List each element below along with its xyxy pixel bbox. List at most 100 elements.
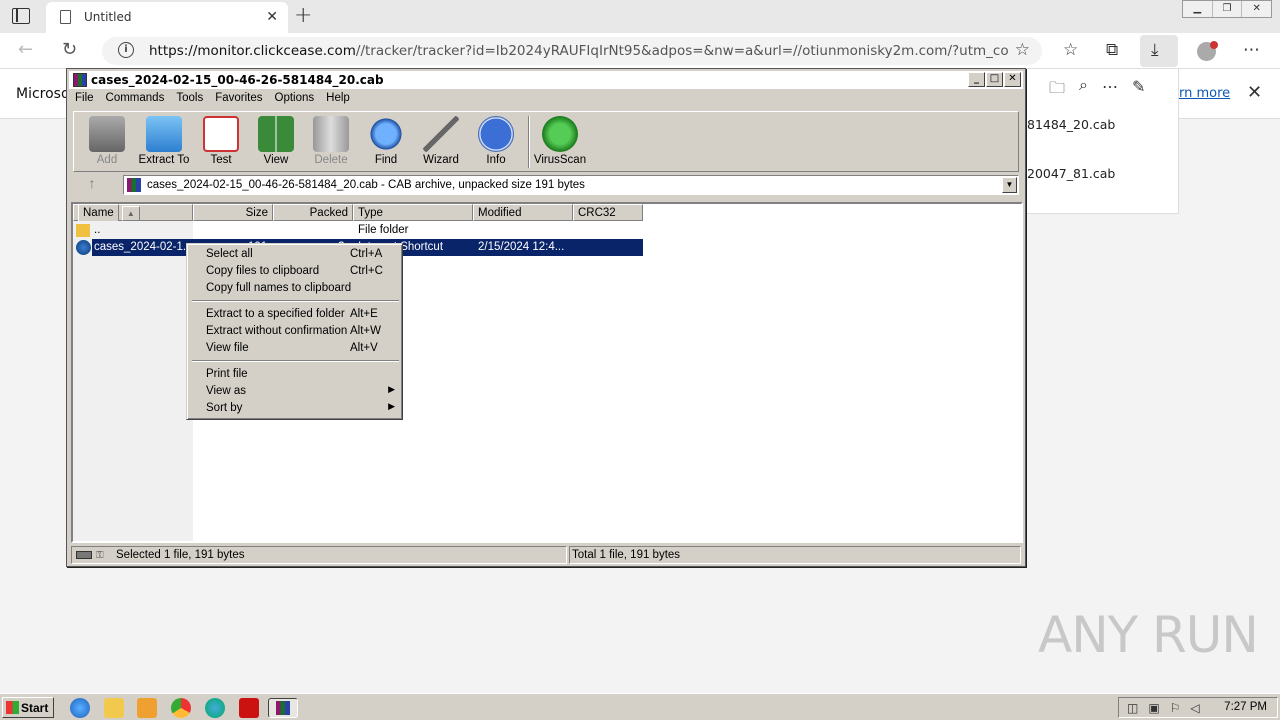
explorer-icon[interactable] [104,698,124,718]
submenu-arrow-icon: ▶ [388,384,395,394]
collections-icon[interactable]: ⧉ [1106,40,1118,60]
address-bar[interactable]: i https://monitor.clickcease.com//tracke… [102,37,1042,65]
ie-icon[interactable] [70,698,90,718]
column-name[interactable]: Name ▲ [73,204,193,222]
chrome-icon[interactable] [171,698,191,718]
status-total: Total 1 file, 191 bytes [572,549,681,561]
menu-item-select-all[interactable]: Select all Ctrl+A [190,246,401,263]
start-button[interactable]: Start [2,697,54,718]
menu-bar: File Commands Tools Favorites Options He… [69,90,1023,109]
path-bar: ↑ cases_2024-02-15_00-46-26-581484_20.ca… [73,174,1019,196]
up-arrow-icon[interactable]: ↑ [77,175,107,195]
page-icon [60,10,71,24]
downloads-button[interactable] [1140,35,1178,67]
menu-item-copy-files[interactable]: Copy files to clipboard Ctrl+C [190,263,401,280]
virusscan-button[interactable]: VirusScan [532,116,588,166]
winrar-titlebar[interactable]: cases_2024-02-15_00-46-26-581484_20.cab … [69,71,1023,89]
close-window-button[interactable]: ✕ [1242,1,1271,17]
close-tab-icon[interactable]: ✕ [266,8,278,25]
wand-icon [423,116,459,152]
edge-icon[interactable] [205,698,225,718]
more-options-icon[interactable]: ⋯ [1102,77,1118,104]
profile-avatar[interactable] [1197,41,1218,61]
table-row[interactable]: .. File folder [73,222,643,239]
search-icon[interactable]: ⌕ [1079,77,1088,104]
minimize-button[interactable]: ▁ [1183,1,1213,17]
column-size[interactable]: Size [193,204,273,221]
test-button[interactable]: Test [193,116,249,166]
menu-item-view-file[interactable]: View file Alt+V [190,340,401,357]
close-banner-icon[interactable]: ✕ [1247,82,1262,103]
new-tab-icon[interactable]: + [294,3,312,28]
find-button[interactable]: Find [358,116,414,166]
menu-item-print-file[interactable]: Print file [190,366,401,383]
column-modified[interactable]: Modified [473,204,573,221]
anyrun-watermark: ANY RUN [1038,606,1259,664]
url-text[interactable]: https://monitor.clickcease.com//tracker/… [149,43,1009,59]
menu-commands[interactable]: Commands [100,90,171,109]
download-item[interactable]: 20047_81.cab [1027,166,1115,181]
refresh-icon[interactable]: ↻ [62,39,77,60]
path-combobox[interactable]: cases_2024-02-15_00-46-26-581484_20.cab … [123,175,1019,195]
column-crc32[interactable]: CRC32 [573,204,643,221]
download-item[interactable]: 81484_20.cab [1027,117,1115,132]
tray-icons[interactable]: ◫▣⚐◁ [1127,701,1210,715]
restore-button[interactable]: ❐ [1213,1,1243,17]
menu-item-extract-to-folder[interactable]: Extract to a specified folder Alt+E [190,306,401,323]
delete-button[interactable]: Delete [303,116,359,166]
archive-icon [127,178,141,192]
menu-help[interactable]: Help [320,90,356,109]
status-bar: ⚿ Selected 1 file, 191 bytes Total 1 fil… [71,546,1023,565]
key-icon[interactable]: ⚿ [96,550,104,561]
pin-icon[interactable]: ✎ [1132,77,1145,104]
winrar-taskbar-button[interactable] [268,698,298,718]
downloads-panel: 🗀 ⌕ ⋯ ✎ 81484_20.cab 20047_81.cab [1026,69,1179,214]
more-menu-icon[interactable]: ⋯ [1243,40,1260,60]
window-title: cases_2024-02-15_00-46-26-581484_20.cab [91,73,384,87]
menu-item-copy-full-names[interactable]: Copy full names to clipboard [190,280,401,297]
trash-icon [313,116,349,152]
add-favorite-icon[interactable]: ☆ [1015,40,1030,60]
dropdown-arrow-icon[interactable]: ▼ [1002,177,1017,193]
menu-item-extract-without-confirmation[interactable]: Extract without confirmation Alt+W [190,323,401,340]
add-button[interactable]: Add [79,116,135,166]
menu-favorites[interactable]: Favorites [209,90,268,109]
tab-actions-icon[interactable] [12,8,30,24]
magnifier-icon [368,116,404,152]
menu-item-sort-by[interactable]: Sort by ▶ [190,400,401,417]
column-headers: Name ▲ Size Packed Type Modified CRC32 [73,204,643,222]
wizard-button[interactable]: Wizard [413,116,469,166]
menu-item-view-as[interactable]: View as ▶ [190,383,401,400]
info-icon [478,116,514,152]
folder-icon [76,224,90,237]
maximize-button[interactable]: □ [986,72,1003,87]
media-player-icon[interactable] [137,698,157,718]
bug-icon [542,116,578,152]
learn-more-link[interactable]: rn more [1179,86,1230,101]
menu-file[interactable]: File [69,90,100,109]
internet-shortcut-icon [76,240,91,255]
view-button[interactable]: View [248,116,304,166]
site-info-icon[interactable]: i [118,42,134,58]
submenu-arrow-icon: ▶ [388,401,395,411]
column-packed[interactable]: Packed [273,204,353,221]
menu-tools[interactable]: Tools [170,90,209,109]
status-selected: Selected 1 file, 191 bytes [116,549,245,561]
drive-icon[interactable] [76,551,92,559]
download-icon[interactable]: ⤓ [1151,40,1159,60]
info-button[interactable]: Info [468,116,524,166]
path-text: cases_2024-02-15_00-46-26-581484_20.cab … [147,179,585,191]
clipboard-check-icon [203,116,239,152]
acrobat-icon[interactable] [239,698,259,718]
favorites-icon[interactable]: ☆ [1063,40,1078,60]
menu-separator [192,300,399,302]
open-folder-icon[interactable]: 🗀 [1049,77,1065,104]
menu-options[interactable]: Options [269,90,321,109]
browser-tab[interactable]: Untitled ✕ [46,2,288,33]
minimize-button[interactable]: _ [968,72,985,87]
back-icon[interactable]: ← [18,39,33,60]
extract-to-button[interactable]: Extract To [136,116,192,166]
column-type[interactable]: Type [353,204,473,221]
close-button[interactable]: ✕ [1004,72,1021,87]
tab-title: Untitled [84,10,132,24]
